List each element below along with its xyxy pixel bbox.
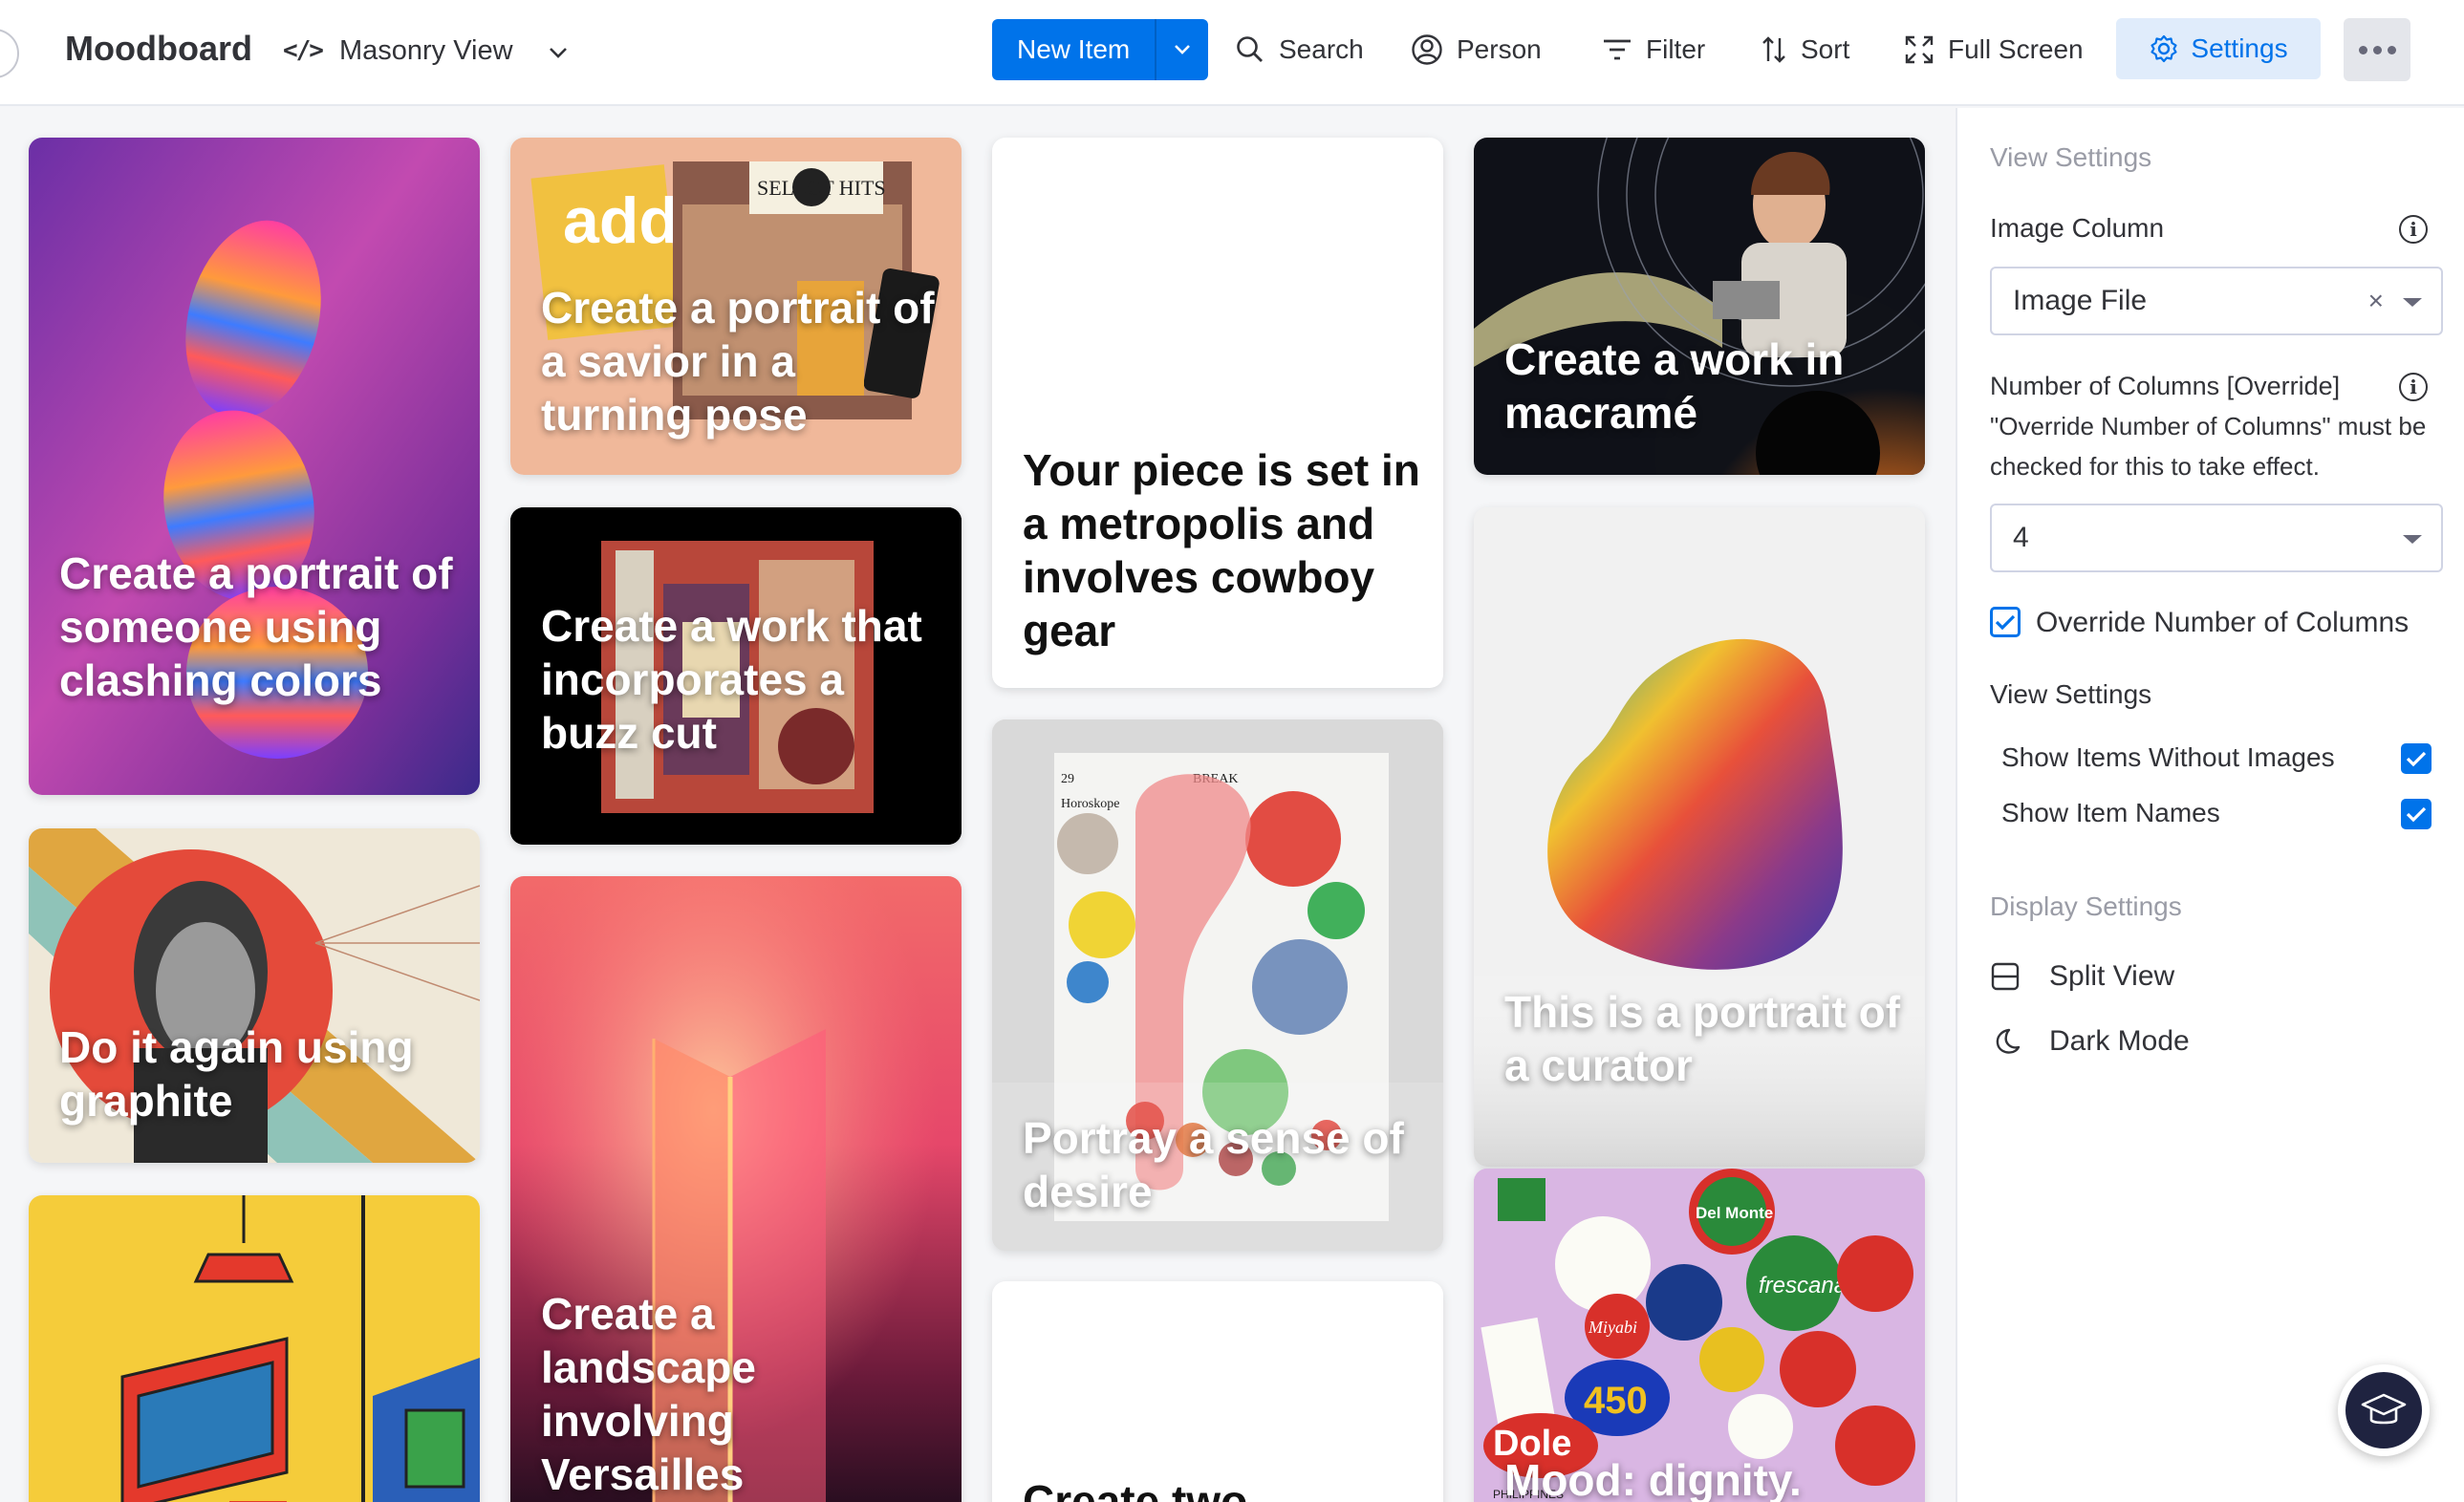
check-icon xyxy=(2406,751,2427,767)
search-icon xyxy=(1237,36,1263,62)
svg-text:SELECT HITS: SELECT HITS xyxy=(757,176,886,200)
columns-override-label: Number of Columns [Override] xyxy=(1990,372,2341,400)
new-item-dropdown-button[interactable] xyxy=(1155,19,1208,80)
override-columns-checkbox[interactable] xyxy=(1990,607,2021,637)
graduation-cap-icon xyxy=(2361,1393,2407,1425)
display-settings-label: Display Settings xyxy=(1990,891,2182,921)
card-title: This is a portrait of a curator xyxy=(1504,987,1901,1090)
card-title: Create a work in macramé xyxy=(1504,334,1845,438)
columns-select[interactable]: 4 xyxy=(1990,504,2443,572)
dark-mode-label: Dark Mode xyxy=(2049,1025,2190,1057)
card-image: Del Monte frescana Miyabi PHILIPPINES 45… xyxy=(1474,1169,1925,1502)
sort-label: Sort xyxy=(1801,34,1850,64)
card-title: Create a portrait of a savior in a turni… xyxy=(541,283,935,440)
view-settings-panel: View Settings Image Column i Image File … xyxy=(1956,108,2464,1502)
moodboard-card[interactable]: Del Monte frescana Miyabi PHILIPPINES 45… xyxy=(1474,1169,1925,1502)
board-title: Moodboard xyxy=(65,29,252,68)
card-title: Your piece is set in a metropolis and in… xyxy=(1023,445,1420,655)
moodboard-card[interactable]: add SELECT HITS Create a portrait of a s… xyxy=(510,138,962,475)
svg-text:450: 450 xyxy=(1584,1380,1648,1422)
moodboard-card[interactable]: Your piece is set in a metropolis and in… xyxy=(992,138,1443,688)
card-title: Create a landscape involving Versailles xyxy=(541,1289,756,1499)
expand-icon xyxy=(1905,35,1934,64)
info-icon[interactable]: i xyxy=(2399,215,2428,244)
view-name: Masonry View xyxy=(338,34,513,66)
columns-note: "Override Number of Columns" must be che… xyxy=(1990,412,2427,481)
show-item-names-checkbox[interactable] xyxy=(2401,799,2432,829)
settings-button[interactable]: Settings xyxy=(2116,18,2321,79)
columns-value: 4 xyxy=(2013,522,2029,553)
sort-icon xyxy=(1762,36,1785,63)
panel-heading: View Settings xyxy=(1990,142,2152,172)
filter-button[interactable]: Filter xyxy=(1602,23,1705,76)
new-item-button-group: New Item xyxy=(992,19,1209,80)
show-item-names-label: Show Item Names xyxy=(2001,798,2220,827)
moodboard-card[interactable]: Do it again using graphite xyxy=(29,828,480,1163)
split-view-button[interactable]: Split View xyxy=(1990,960,2174,993)
person-button[interactable]: Person xyxy=(1411,23,1542,76)
split-view-icon xyxy=(1991,962,2020,991)
clear-icon[interactable]: × xyxy=(2368,268,2384,333)
image-column-label: Image Column xyxy=(1990,213,2165,243)
filter-icon xyxy=(1604,39,1631,60)
person-label: Person xyxy=(1457,34,1542,64)
new-item-button[interactable]: New Item xyxy=(992,19,1155,80)
override-columns-label: Override Number of Columns xyxy=(2036,607,2410,638)
info-icon[interactable]: i xyxy=(2399,373,2428,401)
top-bar: Moodboard </> Masonry View New Item Sear… xyxy=(0,0,2464,106)
card-title: Create two xyxy=(1023,1476,1248,1502)
moodboard-card[interactable] xyxy=(29,1195,480,1502)
back-button[interactable] xyxy=(0,29,19,78)
svg-text:Horoskope: Horoskope xyxy=(1061,797,1119,811)
card-title: Mood: dignity. Theme: snacks xyxy=(1504,1455,1802,1502)
moodboard-card[interactable]: This is a portrait of a curator xyxy=(1474,507,1925,1167)
moodboard-card[interactable]: Create two xyxy=(992,1281,1443,1502)
moodboard-card[interactable]: Create a portrait of someone using clash… xyxy=(29,138,480,795)
person-icon xyxy=(1412,34,1442,65)
caret-down-icon xyxy=(2403,298,2422,307)
check-icon xyxy=(1995,614,2016,631)
svg-text:frescana: frescana xyxy=(1759,1273,1847,1298)
more-options-button[interactable] xyxy=(2344,18,2410,81)
search-label: Search xyxy=(1279,34,1364,64)
help-center-button[interactable] xyxy=(2338,1364,2430,1456)
settings-label: Settings xyxy=(2191,33,2288,63)
svg-text:Del Monte: Del Monte xyxy=(1696,1204,1773,1222)
image-column-value: Image File xyxy=(2013,285,2148,316)
moon-icon xyxy=(1996,1028,2021,1054)
sort-button[interactable]: Sort xyxy=(1761,23,1849,76)
svg-text:Miyabi: Miyabi xyxy=(1588,1318,1637,1337)
show-items-without-images-checkbox[interactable] xyxy=(2401,743,2432,774)
split-view-label: Split View xyxy=(2049,960,2175,992)
card-title: Create a portrait of someone using clash… xyxy=(59,548,453,705)
card-image xyxy=(29,1195,480,1502)
card-title: Create a work that incorporates a buzz c… xyxy=(541,601,922,758)
moodboard-card[interactable]: Create a work in macramé xyxy=(1474,138,1925,475)
dark-mode-button[interactable]: Dark Mode xyxy=(1990,1025,2190,1058)
full-screen-label: Full Screen xyxy=(1948,34,2084,64)
show-items-without-images-label: Show Items Without Images xyxy=(2001,742,2335,772)
search-button[interactable]: Search xyxy=(1235,23,1364,76)
chevron-down-icon xyxy=(548,35,569,67)
full-screen-button[interactable]: Full Screen xyxy=(1904,23,2084,76)
gear-icon xyxy=(2151,34,2178,63)
filter-label: Filter xyxy=(1646,34,1706,64)
card-title: Portray a sense of desire xyxy=(1023,1113,1404,1216)
caret-down-icon xyxy=(2403,535,2422,544)
masonry-grid: Create a portrait of someone using clash… xyxy=(0,108,1955,1502)
svg-text:add: add xyxy=(563,184,679,257)
image-column-select[interactable]: Image File × xyxy=(1990,267,2443,335)
svg-text:29: 29 xyxy=(1061,772,1074,786)
moodboard-card[interactable]: 29 BREAK Horoskope Portray a sense of de… xyxy=(992,719,1443,1251)
code-icon: </> xyxy=(283,36,324,65)
card-title: Do it again using graphite xyxy=(59,1022,414,1126)
check-icon xyxy=(2406,806,2427,823)
moodboard-card[interactable]: Create a landscape involving Versailles xyxy=(510,876,962,1502)
view-settings-label: View Settings xyxy=(1990,679,2152,709)
view-switcher[interactable]: </> Masonry View xyxy=(283,27,569,75)
moodboard-card[interactable]: Create a work that incorporates a buzz c… xyxy=(510,507,962,845)
chevron-down-icon xyxy=(1175,45,1191,54)
